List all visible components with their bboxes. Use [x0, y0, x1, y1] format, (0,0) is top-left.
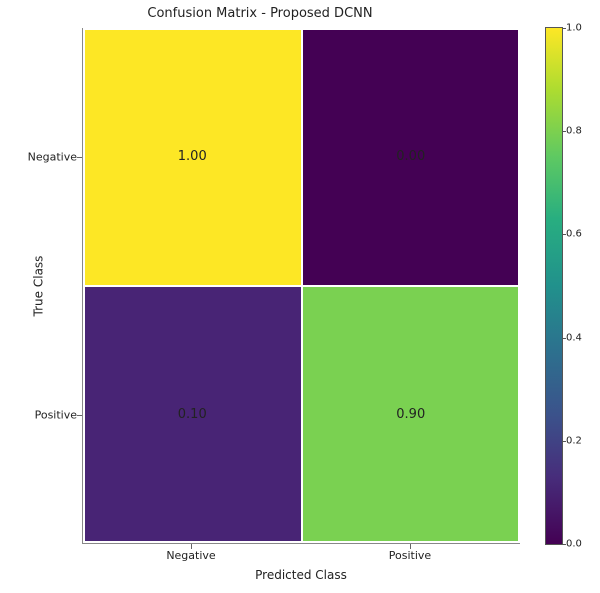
- cell-fp: 0.00: [302, 28, 521, 286]
- y-axis-label: True Class: [31, 256, 45, 317]
- colorbar-tick-label: 0.4: [566, 332, 582, 343]
- y-tick-positive: Positive: [7, 409, 77, 422]
- x-tick-negative: Negative: [131, 549, 251, 562]
- colorbar-tick-mark: [562, 234, 566, 235]
- chart-title: Confusion Matrix - Proposed DCNN: [0, 6, 520, 21]
- confusion-matrix-figure: Confusion Matrix - Proposed DCNN True Cl…: [0, 0, 600, 593]
- y-tick-negative: Negative: [7, 151, 77, 164]
- cell-value: 1.00: [178, 149, 207, 164]
- cell-value: 0.10: [178, 407, 207, 422]
- colorbar-tick-mark: [562, 131, 566, 132]
- colorbar-tick-mark: [562, 441, 566, 442]
- cell-tp: 0.90: [302, 286, 521, 544]
- x-tick-positive: Positive: [350, 549, 470, 562]
- cell-value: 0.00: [396, 149, 425, 164]
- cell-tn: 1.00: [83, 28, 302, 286]
- cell-fn: 0.10: [83, 286, 302, 544]
- colorbar-tick-mark: [562, 28, 566, 29]
- x-axis-label: Predicted Class: [82, 568, 520, 582]
- colorbar-tick-label: 0.8: [566, 126, 582, 137]
- colorbar-tick-label: 0.6: [566, 229, 582, 240]
- heatmap-plot-area: 1.00 0.00 0.10 0.90: [82, 28, 520, 544]
- colorbar-tick-mark: [562, 544, 566, 545]
- cell-value: 0.90: [396, 407, 425, 422]
- colorbar-tick-label: 0.0: [566, 539, 582, 550]
- grid-line: [83, 541, 520, 543]
- colorbar-tick-label: 0.2: [566, 435, 582, 446]
- grid-line: [83, 28, 520, 30]
- colorbar: [546, 28, 562, 544]
- grid-line: [83, 285, 520, 287]
- colorbar-tick-mark: [562, 338, 566, 339]
- colorbar-tick-label: 1.0: [566, 23, 582, 34]
